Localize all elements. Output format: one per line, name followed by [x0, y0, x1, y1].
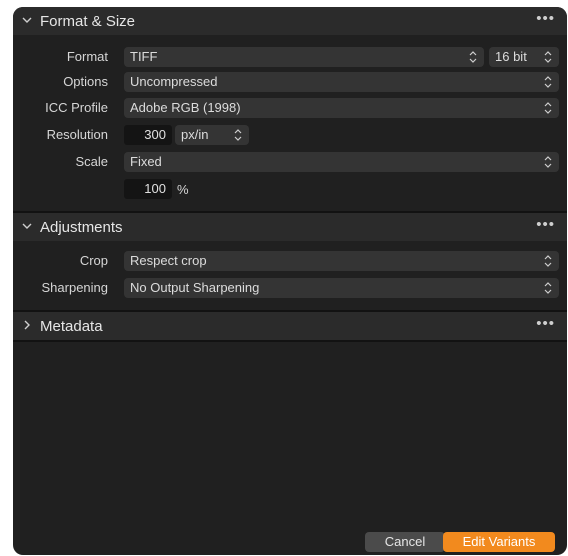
- percent-sign: %: [177, 182, 189, 197]
- more-options-icon[interactable]: •••: [536, 216, 555, 233]
- updown-arrows-icon: [468, 49, 478, 65]
- crop-select[interactable]: Respect crop: [124, 251, 559, 271]
- bit-depth-select[interactable]: 16 bit: [489, 47, 559, 67]
- options-value: Uncompressed: [130, 74, 218, 89]
- crop-label: Crop: [79, 253, 108, 268]
- scale-label: Scale: [75, 154, 108, 169]
- section-title-format-size: Format & Size: [40, 13, 136, 30]
- section-header-format-size[interactable]: Format & Size •••: [13, 7, 567, 35]
- updown-arrows-icon: [543, 100, 553, 116]
- sharpening-select[interactable]: No Output Sharpening: [124, 278, 559, 298]
- section-header-adjustments[interactable]: Adjustments •••: [13, 213, 567, 241]
- options-select[interactable]: Uncompressed: [124, 72, 559, 92]
- chevron-right-icon[interactable]: [21, 317, 35, 333]
- resolution-value: 300: [144, 127, 166, 142]
- more-options-icon[interactable]: •••: [536, 315, 555, 332]
- crop-value: Respect crop: [130, 253, 207, 268]
- options-label: Options: [63, 74, 108, 89]
- section-divider: [13, 340, 567, 342]
- chevron-down-icon[interactable]: [21, 218, 35, 234]
- scale-percent-value: 100: [144, 181, 166, 196]
- updown-arrows-icon: [543, 74, 553, 90]
- updown-arrows-icon: [543, 280, 553, 296]
- bit-depth-value: 16 bit: [495, 49, 527, 64]
- chevron-down-icon[interactable]: [21, 12, 35, 28]
- scale-percent-input[interactable]: 100: [124, 179, 172, 199]
- resolution-input[interactable]: 300: [124, 125, 172, 145]
- section-header-metadata[interactable]: Metadata •••: [13, 312, 567, 340]
- format-select[interactable]: TIFF: [124, 47, 484, 67]
- updown-arrows-icon: [543, 253, 553, 269]
- icc-profile-value: Adobe RGB (1998): [130, 100, 241, 115]
- export-settings-panel: Format & Size ••• Format TIFF 16 bit Opt…: [13, 7, 567, 555]
- sharpening-label: Sharpening: [41, 280, 109, 295]
- updown-arrows-icon: [543, 49, 553, 65]
- edit-variants-button[interactable]: Edit Variants: [443, 532, 555, 552]
- updown-arrows-icon: [233, 127, 243, 143]
- resolution-unit-select[interactable]: px/in: [175, 125, 249, 145]
- format-label: Format: [66, 49, 108, 64]
- scale-value: Fixed: [130, 154, 162, 169]
- resolution-label: Resolution: [46, 127, 108, 142]
- updown-arrows-icon: [543, 154, 553, 170]
- resolution-unit-value: px/in: [181, 127, 209, 142]
- cancel-button[interactable]: Cancel: [365, 532, 445, 552]
- icc-profile-select[interactable]: Adobe RGB (1998): [124, 98, 559, 118]
- format-value: TIFF: [130, 49, 158, 64]
- icc-profile-label: ICC Profile: [45, 100, 108, 115]
- sharpening-value: No Output Sharpening: [130, 280, 260, 295]
- section-title-metadata: Metadata: [40, 318, 103, 335]
- section-title-adjustments: Adjustments: [40, 219, 123, 236]
- scale-select[interactable]: Fixed: [124, 152, 559, 172]
- more-options-icon[interactable]: •••: [536, 10, 555, 27]
